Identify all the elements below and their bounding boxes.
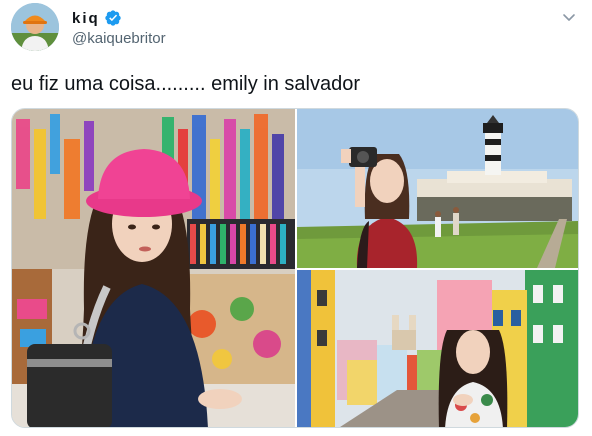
photo-lighthouse-selfie-icon [297, 109, 578, 268]
photo-colorful-street-icon [297, 270, 578, 427]
author-handle[interactable]: @kaiquebritor [72, 30, 166, 47]
photo-lighthouse[interactable] [297, 109, 578, 268]
photo-pelourinho[interactable] [297, 270, 578, 427]
profile-avatar-icon [11, 3, 59, 51]
tweet-text: eu fiz uma coisa......... emily in salva… [11, 73, 361, 95]
author-name-row: kiq [72, 8, 122, 28]
chevron-down-icon [563, 14, 575, 21]
avatar[interactable] [11, 3, 59, 51]
photo-market-pink-hat-icon [12, 109, 295, 427]
more-options-button[interactable] [560, 8, 578, 26]
tweet-card: kiq @kaiquebritor eu fiz uma coisa......… [0, 0, 592, 436]
photo-market[interactable] [12, 109, 295, 427]
display-name[interactable]: kiq [72, 10, 100, 27]
media-grid [11, 108, 579, 428]
verified-badge-icon [105, 10, 121, 26]
